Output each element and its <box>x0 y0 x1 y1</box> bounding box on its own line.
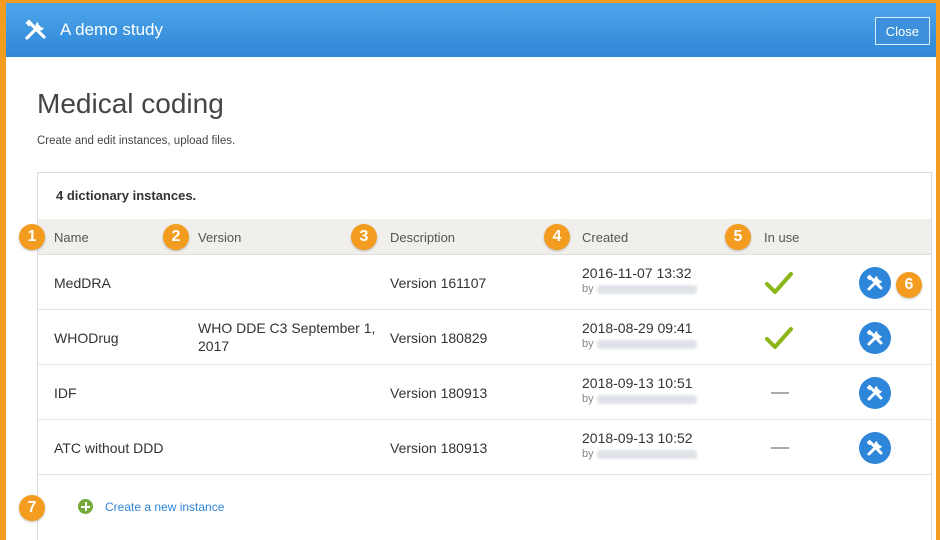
tools-icon[interactable] <box>859 377 891 409</box>
cell-created: 2016-11-07 13:32 by <box>582 265 697 295</box>
created-date: 2018-09-13 10:52 <box>582 430 693 446</box>
redacted-author <box>596 284 697 294</box>
table-row[interactable]: IDF Version 180913 2018-09-13 10:51 by <box>38 366 931 420</box>
created-by: by <box>582 283 697 295</box>
callout-marker-5: 5 <box>725 224 751 250</box>
plus-circle-icon <box>78 499 93 514</box>
page-title: Medical coding <box>37 88 224 119</box>
table-row[interactable]: MedDRA Version 161107 2016-11-07 13:32 b… <box>38 256 931 310</box>
checkmark-icon <box>765 272 793 294</box>
cell-description: Version 180913 <box>390 385 488 401</box>
dash-icon <box>771 392 789 394</box>
column-header-version[interactable]: Version <box>198 230 241 245</box>
checkmark-icon <box>765 327 793 349</box>
redacted-author <box>596 394 697 404</box>
created-date: 2016-11-07 13:32 <box>582 265 692 281</box>
close-button[interactable]: Close <box>874 17 930 45</box>
page-subtitle: Create and edit instances, upload files. <box>37 135 236 147</box>
callout-marker-3: 3 <box>351 224 377 250</box>
created-date: 2018-09-13 10:51 <box>582 375 693 391</box>
redacted-author <box>596 339 697 349</box>
callout-marker-2: 2 <box>163 224 189 250</box>
callout-marker-4: 4 <box>544 224 570 250</box>
callout-marker-1: 1 <box>19 224 45 250</box>
create-instance-label: Create a new instance <box>105 499 225 514</box>
cell-created: 2018-08-29 09:41 by <box>582 320 697 350</box>
table-row[interactable]: WHODrug WHO DDE C3 September 1, 2017 Ver… <box>38 311 931 365</box>
cell-description: Version 180913 <box>390 440 488 456</box>
tools-icon[interactable] <box>859 322 891 354</box>
column-header-in-use[interactable]: In use <box>764 230 799 245</box>
callout-marker-7: 7 <box>19 495 45 521</box>
cell-description: Version 180829 <box>390 330 488 346</box>
cell-name: ATC without DDD <box>54 440 164 456</box>
window-title: A demo study <box>60 20 164 39</box>
cell-created: 2018-09-13 10:51 by <box>582 375 697 405</box>
cell-name: WHODrug <box>54 330 119 346</box>
cell-version: WHO DDE C3 September 1, 2017 <box>198 320 376 354</box>
tools-icon <box>25 19 46 40</box>
redacted-author <box>596 449 697 459</box>
cell-description: Version 161107 <box>390 275 487 291</box>
created-by: by <box>582 338 697 350</box>
column-header-description[interactable]: Description <box>390 230 455 245</box>
instance-count: 4 dictionary instances. <box>56 188 197 203</box>
column-header-name[interactable]: Name <box>54 230 89 245</box>
window-titlebar: A demo study Close <box>6 3 936 57</box>
created-by: by <box>582 448 697 460</box>
created-date: 2018-08-29 09:41 <box>582 320 693 336</box>
cell-name: IDF <box>54 385 77 401</box>
callout-marker-6: 6 <box>896 272 922 298</box>
cell-name: MedDRA <box>54 275 111 291</box>
created-by: by <box>582 393 697 405</box>
tools-icon[interactable] <box>859 432 891 464</box>
table-row[interactable]: ATC without DDD Version 180913 2018-09-1… <box>38 421 931 475</box>
column-header-created[interactable]: Created <box>582 230 628 245</box>
create-instance-link[interactable]: Create a new instance <box>78 499 224 514</box>
cell-created: 2018-09-13 10:52 by <box>582 430 697 460</box>
tools-icon[interactable] <box>859 267 891 299</box>
dash-icon <box>771 447 789 449</box>
